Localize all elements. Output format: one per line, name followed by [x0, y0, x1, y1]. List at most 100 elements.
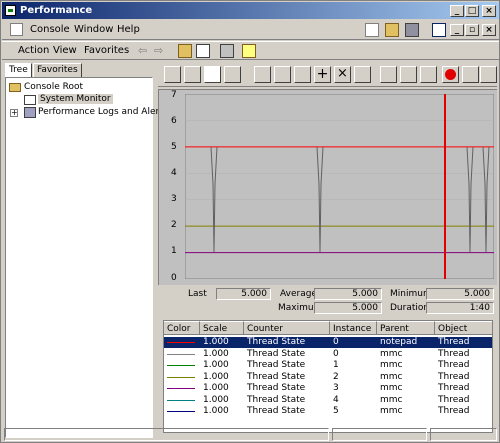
col-scale[interactable]: Scale: [200, 321, 244, 335]
legend-swatch: [167, 399, 195, 401]
monitor-help-icon[interactable]: [480, 66, 497, 83]
graph-area: 7 6 5 4 3 2 1 0: [158, 89, 497, 285]
new-icon[interactable]: [365, 23, 379, 37]
menu-help[interactable]: Help: [117, 24, 140, 35]
view-current-activity-icon[interactable]: [204, 66, 221, 83]
legend-row[interactable]: 1.000 Thread State 5 mmc Thread: [164, 406, 492, 417]
col-object[interactable]: Object: [435, 321, 492, 335]
new-counter-set-icon[interactable]: [164, 66, 181, 83]
legend-cell-counter: Thread State: [247, 394, 306, 405]
minimum-value: 5.000: [426, 288, 494, 300]
legend-cell-instance: 2: [333, 371, 339, 382]
legend-swatch: [167, 388, 195, 389]
window-title: Performance: [20, 5, 93, 16]
tree-node-system-monitor[interactable]: System Monitor: [38, 94, 113, 104]
forward-arrow-icon[interactable]: ⇨: [154, 44, 163, 57]
legend-cell-instance: 4: [333, 394, 339, 405]
child-close-button[interactable]: ×: [482, 24, 496, 36]
tab-favorites[interactable]: Favorites: [33, 63, 82, 77]
performance-window: Performance _ □ × Console Window Help _ …: [0, 0, 500, 443]
average-value: 5.000: [314, 288, 382, 300]
status-bar: [2, 426, 499, 442]
y-tick-label: 3: [171, 194, 177, 204]
properties-icon-2[interactable]: [420, 66, 437, 83]
legend-cell-object: Thread: [438, 348, 470, 359]
legend-header: Color Scale Counter Instance Parent Obje…: [164, 321, 492, 335]
menu-favorites[interactable]: Favorites: [84, 45, 129, 56]
freeze-display-icon[interactable]: [442, 66, 459, 83]
legend-row[interactable]: 1.000 Thread State 2 mmc Thread: [164, 371, 492, 383]
update-data-icon[interactable]: [462, 66, 479, 83]
clear-display-icon[interactable]: [184, 66, 201, 83]
properties-icon[interactable]: [220, 44, 234, 58]
legend-cell-scale: 1.000: [203, 394, 229, 405]
legend-cell-object: Thread: [438, 394, 470, 405]
legend-cell-parent: mmc: [380, 371, 403, 382]
legend-swatch: [167, 353, 195, 355]
view-log-data-icon[interactable]: [224, 66, 241, 83]
child-restore-button[interactable]: ▫: [465, 24, 479, 36]
open-icon[interactable]: [385, 23, 399, 37]
tab-tree[interactable]: Tree: [5, 63, 32, 77]
legend-cell-counter: Thread State: [247, 371, 306, 382]
copy-properties-icon[interactable]: [380, 66, 397, 83]
legend-cell-scale: 1.000: [203, 371, 229, 382]
legend-swatch: [167, 411, 195, 412]
logs-icon: [24, 107, 36, 118]
new-window-icon[interactable]: [432, 23, 446, 37]
average-label: Average: [280, 289, 317, 299]
legend-row[interactable]: 1.000 Thread State 3 mmc Thread: [164, 383, 492, 394]
maximum-value: 5.000: [314, 302, 382, 314]
view-report-icon[interactable]: [294, 66, 311, 83]
legend-cell-object: Thread: [438, 337, 470, 347]
col-instance[interactable]: Instance: [330, 321, 377, 335]
status-panel-2: [332, 428, 427, 441]
minimize-button[interactable]: _: [450, 5, 464, 17]
legend-row[interactable]: 1.000 Thread State 0 mmc Thread: [164, 348, 492, 360]
menu-action[interactable]: Action: [18, 45, 49, 56]
legend-swatch: [167, 365, 195, 366]
tree-node-perf-logs[interactable]: Performance Logs and Alerts: [38, 107, 167, 117]
legend-row[interactable]: 1.000 Thread State 0 notepad Thread: [164, 337, 492, 348]
duration-label: Duration: [390, 303, 430, 313]
up-folder-icon[interactable]: [178, 44, 192, 58]
child-minimize-button[interactable]: _: [450, 24, 464, 36]
legend-cell-instance: 3: [333, 383, 339, 393]
duration-value: 1:40: [426, 302, 494, 314]
legend-cell-counter: Thread State: [247, 406, 306, 416]
legend-cell-object: Thread: [438, 406, 470, 416]
view-histogram-icon[interactable]: [274, 66, 291, 83]
status-panel-3: [430, 428, 497, 441]
legend-cell-parent: mmc: [380, 394, 403, 405]
menu-console[interactable]: Console: [30, 24, 70, 35]
menu-window[interactable]: Window: [74, 24, 113, 35]
legend-cell-instance: 5: [333, 406, 339, 416]
show-tree-icon[interactable]: [196, 44, 210, 58]
paste-counter-list-icon[interactable]: [400, 66, 417, 83]
help-icon[interactable]: [242, 44, 256, 58]
col-color[interactable]: Color: [164, 321, 200, 335]
col-counter[interactable]: Counter: [244, 321, 330, 335]
legend-cell-counter: Thread State: [247, 348, 306, 359]
back-arrow-icon[interactable]: ⇦: [138, 44, 147, 57]
col-parent[interactable]: Parent: [377, 321, 435, 335]
y-tick-label: 1: [171, 246, 177, 256]
legend-row[interactable]: 1.000 Thread State 1 mmc Thread: [164, 360, 492, 371]
menu-view[interactable]: View: [53, 45, 77, 56]
expand-icon[interactable]: +: [10, 109, 18, 117]
delete-counter-icon[interactable]: ×: [334, 66, 351, 83]
monitor-toolbar: + ×: [158, 63, 497, 87]
y-tick-label: 5: [171, 142, 177, 152]
close-button[interactable]: ×: [482, 5, 496, 17]
legend-cell-object: Thread: [438, 383, 470, 393]
y-tick-label: 0: [171, 273, 177, 283]
view-graph-icon[interactable]: [254, 66, 271, 83]
save-icon[interactable]: [405, 23, 419, 37]
legend-row[interactable]: 1.000 Thread State 4 mmc Thread: [164, 394, 492, 406]
highlight-icon[interactable]: [354, 66, 371, 83]
menu-bar: Console Window Help _ ▫ ×: [2, 20, 499, 40]
maximize-button[interactable]: □: [465, 5, 479, 17]
title-bar[interactable]: Performance _ □ ×: [2, 2, 499, 19]
tree-node-console-root[interactable]: Console Root: [24, 82, 83, 92]
add-counter-icon[interactable]: +: [314, 66, 331, 83]
